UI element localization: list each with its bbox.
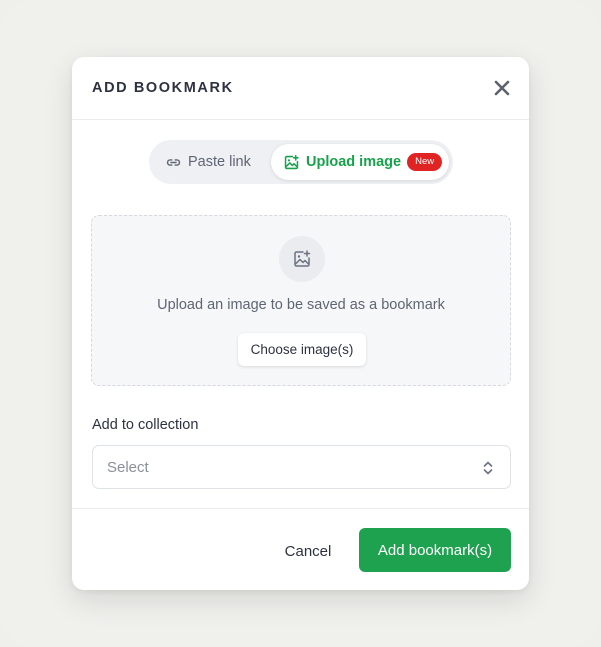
link-icon [166,158,181,166]
cancel-button[interactable]: Cancel [272,529,344,573]
chevron-up-down-icon [483,461,493,475]
dialog-title: ADD BOOKMARK [92,80,234,96]
image-add-icon [294,250,311,267]
collection-select[interactable]: Select [92,445,511,489]
add-bookmarks-button[interactable]: Add bookmark(s) [359,528,511,572]
dropzone-icon-circle [279,236,325,282]
dropzone-text: Upload an image to be saved as a bookmar… [157,297,445,313]
tab-paste-link[interactable]: Paste link [155,144,267,180]
add-bookmark-dialog: ADD BOOKMARK Paste link Upload image New [72,57,529,590]
close-button[interactable] [491,77,513,99]
footer-divider [72,508,529,509]
tab-paste-link-label: Paste link [188,154,251,170]
new-badge: New [407,153,443,171]
tab-upload-image[interactable]: Upload image New [271,144,449,180]
tab-upload-image-label: Upload image [306,154,402,170]
close-icon [494,80,510,96]
collection-label: Add to collection [92,417,199,433]
image-dropzone[interactable]: Upload an image to be saved as a bookmar… [91,215,511,386]
image-add-icon [284,154,299,169]
dialog-header: ADD BOOKMARK [72,57,529,120]
collection-select-value: Select [107,459,149,476]
source-tabs: Paste link Upload image New [149,140,453,184]
choose-images-button[interactable]: Choose image(s) [238,333,366,366]
